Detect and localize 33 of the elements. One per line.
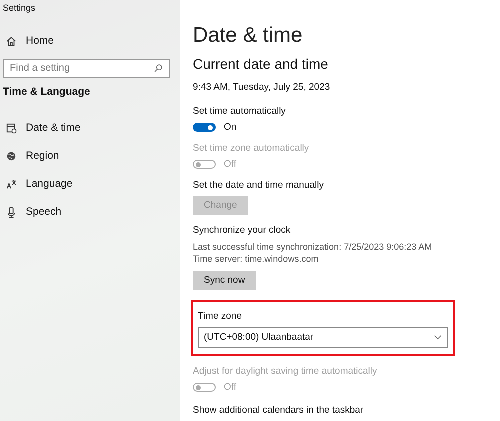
setting-label: Time zone	[198, 311, 243, 322]
sync-info-text: Time server: time.windows.com	[193, 253, 319, 265]
sidebar-item[interactable]: Region	[0, 142, 180, 170]
setting-label: Set time zone automatically	[193, 143, 310, 154]
section-heading: Time & Language	[2, 85, 92, 100]
setting-label: Set time automatically	[193, 106, 286, 117]
setting-label: Set the date and time manually	[193, 180, 324, 191]
time-zone-dropdown[interactable]: (UTC+08:00) Ulaanbaatar	[198, 327, 448, 348]
toggle-state-text: Off	[224, 382, 236, 393]
toggle-state-text: On	[224, 122, 237, 133]
home-icon	[6, 36, 17, 46]
window-title: Settings	[2, 2, 37, 15]
current-time-text: 9:43 AM, Tuesday, July 25, 2023	[193, 82, 330, 93]
setting-label: Show additional calendars in the taskbar	[193, 405, 364, 416]
toggle-state-text: Off	[224, 159, 236, 170]
section-heading: Current date and time	[193, 56, 328, 72]
page-title: Date & time	[193, 24, 303, 48]
toggle-switch[interactable]	[193, 123, 216, 132]
search-icon	[154, 64, 163, 73]
setting-label: Synchronize your clock	[193, 225, 291, 236]
sync-info-text: Last successful time synchronization: 7/25/2023 9:06:23 AM	[193, 241, 432, 253]
sidebar-item[interactable]: Date & time	[0, 114, 180, 142]
globe-icon	[6, 150, 17, 162]
language-icon	[6, 178, 17, 190]
search-field[interactable]: Find a setting	[3, 59, 170, 78]
home-link[interactable]: Home	[0, 29, 180, 53]
sync-now-button[interactable]: Sync now	[193, 271, 256, 290]
chevron-down-icon	[434, 335, 442, 340]
microphone-icon	[6, 206, 17, 218]
sidebar-item[interactable]: Language	[0, 170, 180, 198]
setting-label: Adjust for daylight saving time automatically	[193, 366, 378, 377]
calendar-icon	[6, 122, 17, 134]
sidebar-item[interactable]: Speech	[0, 198, 180, 226]
